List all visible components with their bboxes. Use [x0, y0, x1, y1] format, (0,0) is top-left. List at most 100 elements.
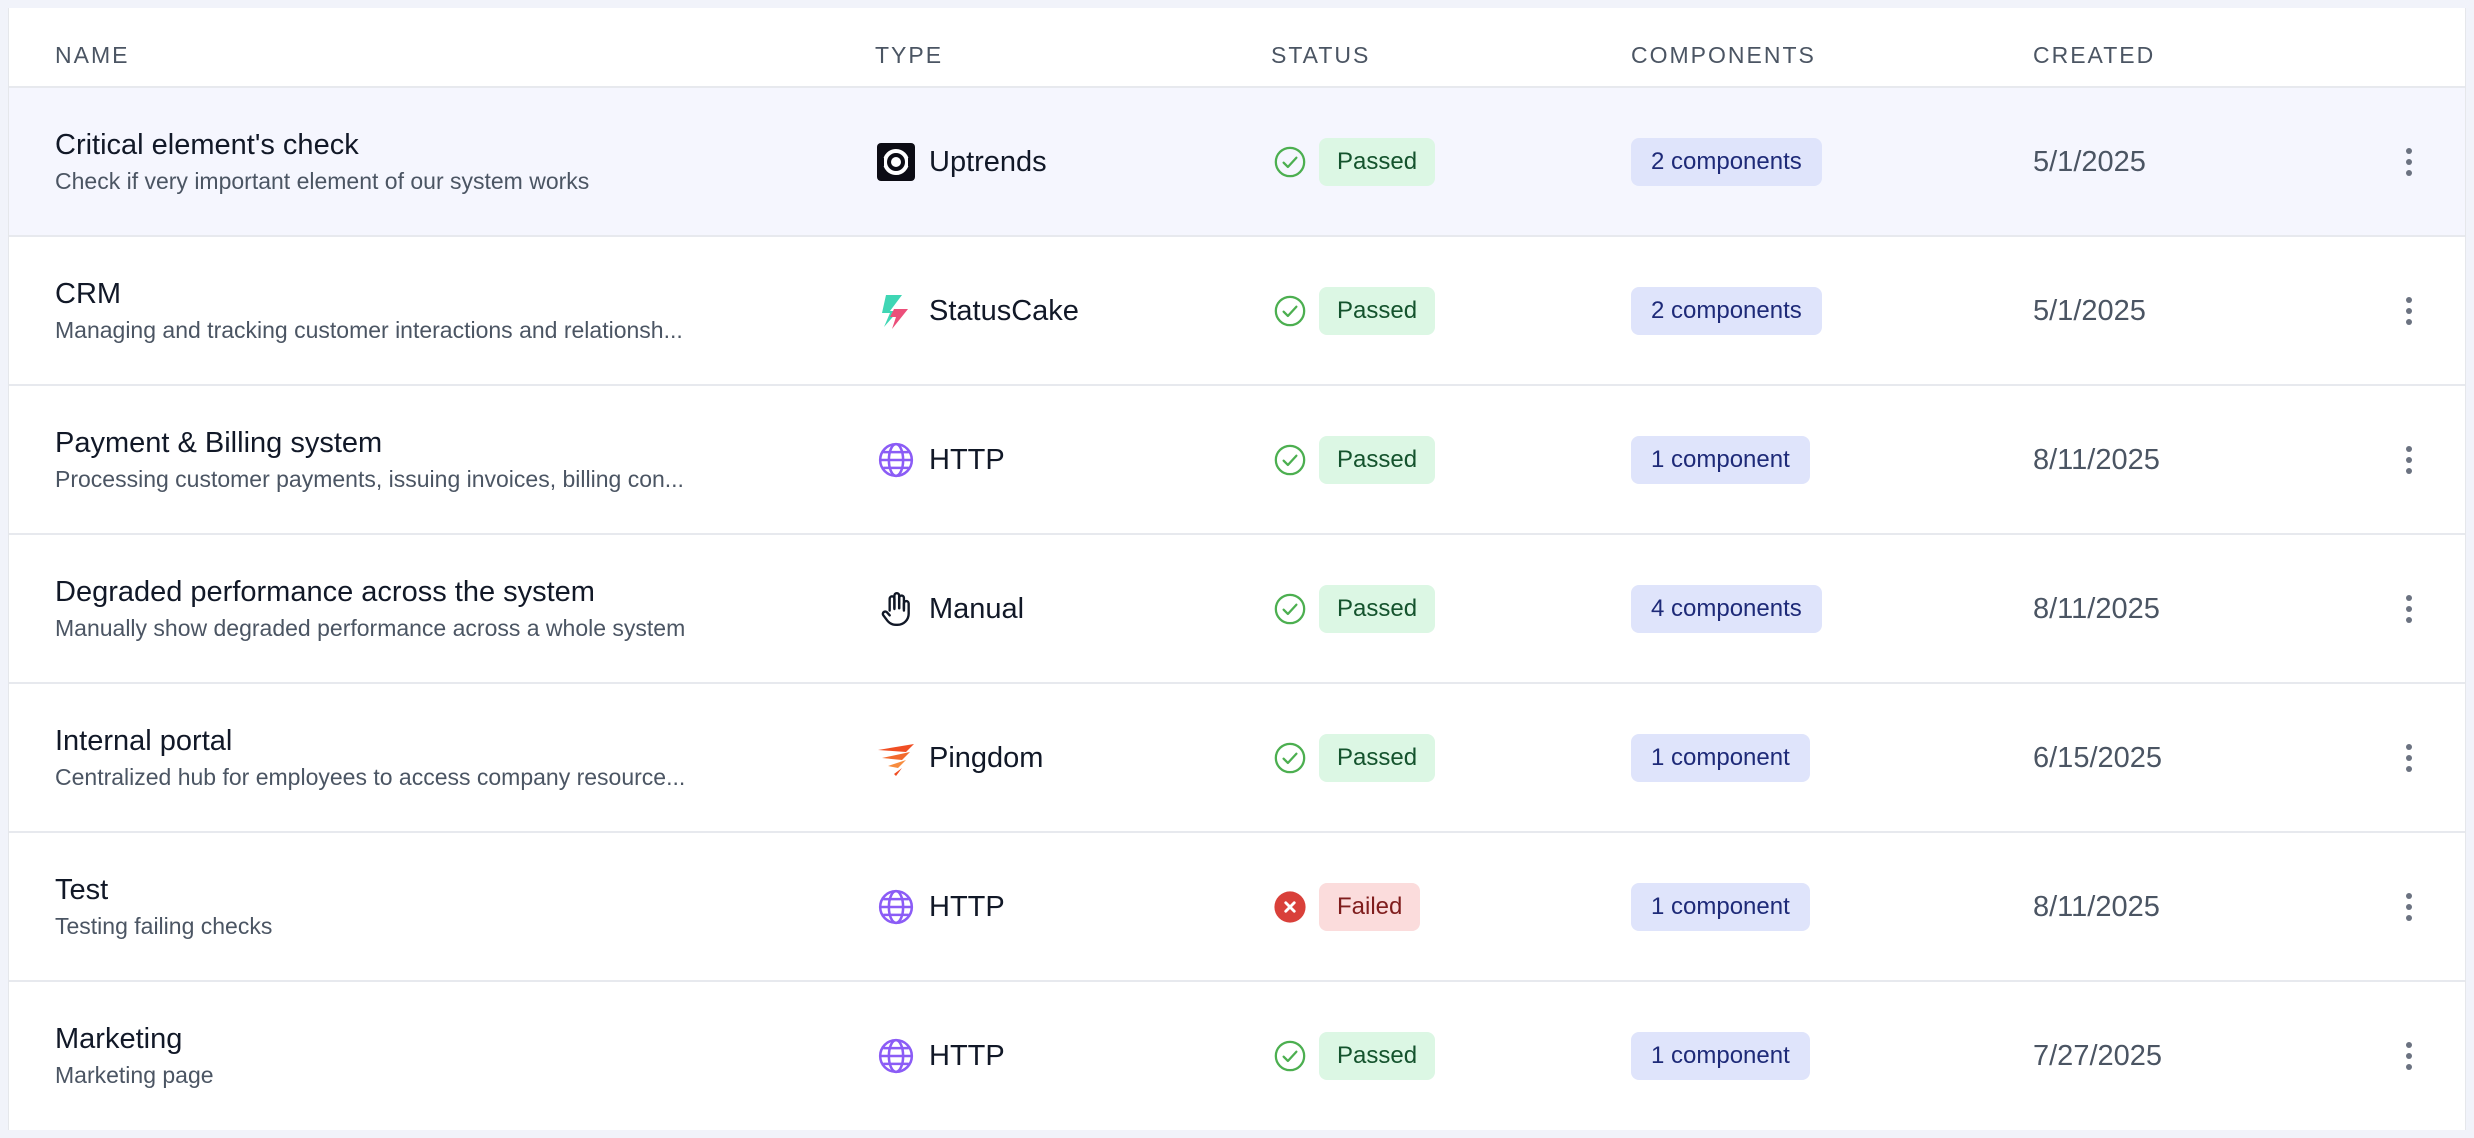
- components-cell: 4 components: [1631, 585, 1822, 633]
- table-row[interactable]: Payment & Billing system Processing cust…: [9, 386, 2465, 535]
- globe-icon: [875, 439, 917, 481]
- header-components[interactable]: COMPONENTS: [1631, 42, 1816, 69]
- header-created[interactable]: CREATED: [2033, 42, 2155, 69]
- components-cell: 1 component: [1631, 1032, 1810, 1080]
- components-cell: 1 component: [1631, 883, 1810, 931]
- hand-icon: [875, 588, 917, 630]
- header-name[interactable]: NAME: [55, 42, 129, 69]
- check-circle-icon: [1271, 292, 1309, 330]
- check-circle-icon: [1271, 143, 1309, 181]
- components-cell: 1 component: [1631, 734, 1810, 782]
- check-type-cell: HTTP: [875, 438, 1005, 482]
- check-type-cell: Pingdom: [875, 736, 1043, 780]
- check-name[interactable]: Test: [55, 873, 815, 907]
- status-badge: Passed: [1319, 138, 1436, 186]
- check-name[interactable]: CRM: [55, 277, 815, 311]
- check-name-cell: Internal portal Centralized hub for empl…: [55, 724, 815, 792]
- created-date: 5/1/2025: [2033, 146, 2146, 178]
- row-actions-menu-button[interactable]: [2389, 287, 2429, 335]
- components-cell: 2 components: [1631, 287, 1822, 335]
- check-type-cell: Uptrends: [875, 140, 1047, 184]
- status-badge: Passed: [1319, 585, 1436, 633]
- check-type-label: HTTP: [929, 890, 1005, 923]
- created-date: 5/1/2025: [2033, 295, 2146, 327]
- components-badge[interactable]: 1 component: [1631, 883, 1810, 931]
- check-description: Centralized hub for employees to access …: [55, 764, 686, 790]
- table-row[interactable]: Critical element's check Check if very i…: [9, 88, 2465, 237]
- check-status-cell: Passed: [1271, 734, 1436, 782]
- more-vertical-icon: [2406, 148, 2412, 154]
- check-name-cell: Degraded performance across the system M…: [55, 575, 815, 643]
- check-description: Marketing page: [55, 1062, 214, 1088]
- row-actions-menu-button[interactable]: [2389, 436, 2429, 484]
- check-name[interactable]: Payment & Billing system: [55, 426, 815, 460]
- check-type-label: Manual: [929, 592, 1025, 625]
- table-row[interactable]: Marketing Marketing page HTTP Passed 1 c…: [9, 982, 2465, 1131]
- more-vertical-icon: [2406, 446, 2412, 452]
- created-date: 7/27/2025: [2033, 1040, 2163, 1072]
- status-badge: Failed: [1319, 883, 1421, 931]
- table-row[interactable]: Test Testing failing checks HTTP Failed …: [9, 833, 2465, 982]
- check-name[interactable]: Critical element's check: [55, 128, 815, 162]
- table-row[interactable]: Internal portal Centralized hub for empl…: [9, 684, 2465, 833]
- components-badge[interactable]: 4 components: [1631, 585, 1822, 633]
- created-date: 8/11/2025: [2033, 891, 2160, 923]
- check-name-cell: Critical element's check Check if very i…: [55, 128, 815, 196]
- table-row[interactable]: CRM Managing and tracking customer inter…: [9, 237, 2465, 386]
- check-circle-icon: [1271, 1037, 1309, 1075]
- components-cell: 1 component: [1631, 436, 1810, 484]
- table-row[interactable]: Degraded performance across the system M…: [9, 535, 2465, 684]
- check-status-cell: Passed: [1271, 585, 1436, 633]
- check-type-cell: HTTP: [875, 1034, 1005, 1078]
- row-actions-menu-button[interactable]: [2389, 1032, 2429, 1080]
- components-cell: 2 components: [1631, 138, 1822, 186]
- more-vertical-icon: [2406, 297, 2412, 303]
- table-body: Critical element's check Check if very i…: [9, 88, 2465, 1131]
- check-type-cell: HTTP: [875, 885, 1005, 929]
- globe-icon: [875, 886, 917, 928]
- check-status-cell: Passed: [1271, 138, 1436, 186]
- check-description: Managing and tracking customer interacti…: [55, 317, 683, 343]
- status-badge: Passed: [1319, 734, 1436, 782]
- check-status-cell: Passed: [1271, 1032, 1436, 1080]
- status-badge: Passed: [1319, 1032, 1436, 1080]
- check-circle-icon: [1271, 590, 1309, 628]
- components-badge[interactable]: 1 component: [1631, 1032, 1810, 1080]
- check-name-cell: Marketing Marketing page: [55, 1022, 815, 1090]
- check-type-label: HTTP: [929, 1039, 1005, 1072]
- check-description: Manually show degraded performance acros…: [55, 615, 686, 641]
- row-actions-menu-button[interactable]: [2389, 585, 2429, 633]
- x-circle-icon: [1271, 888, 1309, 926]
- check-name[interactable]: Internal portal: [55, 724, 815, 758]
- row-actions-menu-button[interactable]: [2389, 734, 2429, 782]
- created-date: 8/11/2025: [2033, 593, 2160, 625]
- check-type-label: Pingdom: [929, 741, 1044, 774]
- components-badge[interactable]: 2 components: [1631, 138, 1822, 186]
- check-name[interactable]: Marketing: [55, 1022, 815, 1056]
- check-type-cell: StatusCake: [875, 289, 1079, 333]
- header-status[interactable]: STATUS: [1271, 42, 1370, 69]
- created-date: 6/15/2025: [2033, 742, 2163, 774]
- components-badge[interactable]: 1 component: [1631, 436, 1810, 484]
- statuscake-icon: [875, 290, 917, 332]
- check-name[interactable]: Degraded performance across the system: [55, 575, 815, 609]
- more-vertical-icon: [2406, 595, 2412, 601]
- check-status-cell: Failed: [1271, 883, 1421, 931]
- check-name-cell: Payment & Billing system Processing cust…: [55, 426, 815, 494]
- header-type[interactable]: TYPE: [875, 42, 943, 69]
- check-type-label: StatusCake: [929, 294, 1079, 327]
- pingdom-icon: [875, 737, 917, 779]
- row-actions-menu-button[interactable]: [2389, 138, 2429, 186]
- check-type-label: Uptrends: [929, 145, 1047, 178]
- status-badge: Passed: [1319, 287, 1436, 335]
- check-description: Processing customer payments, issuing in…: [55, 466, 684, 492]
- more-vertical-icon: [2406, 893, 2412, 899]
- more-vertical-icon: [2406, 744, 2412, 750]
- check-type-cell: Manual: [875, 587, 1024, 631]
- uptrends-icon: [875, 141, 917, 183]
- more-vertical-icon: [2406, 1042, 2412, 1048]
- check-status-cell: Passed: [1271, 436, 1436, 484]
- components-badge[interactable]: 1 component: [1631, 734, 1810, 782]
- components-badge[interactable]: 2 components: [1631, 287, 1822, 335]
- row-actions-menu-button[interactable]: [2389, 883, 2429, 931]
